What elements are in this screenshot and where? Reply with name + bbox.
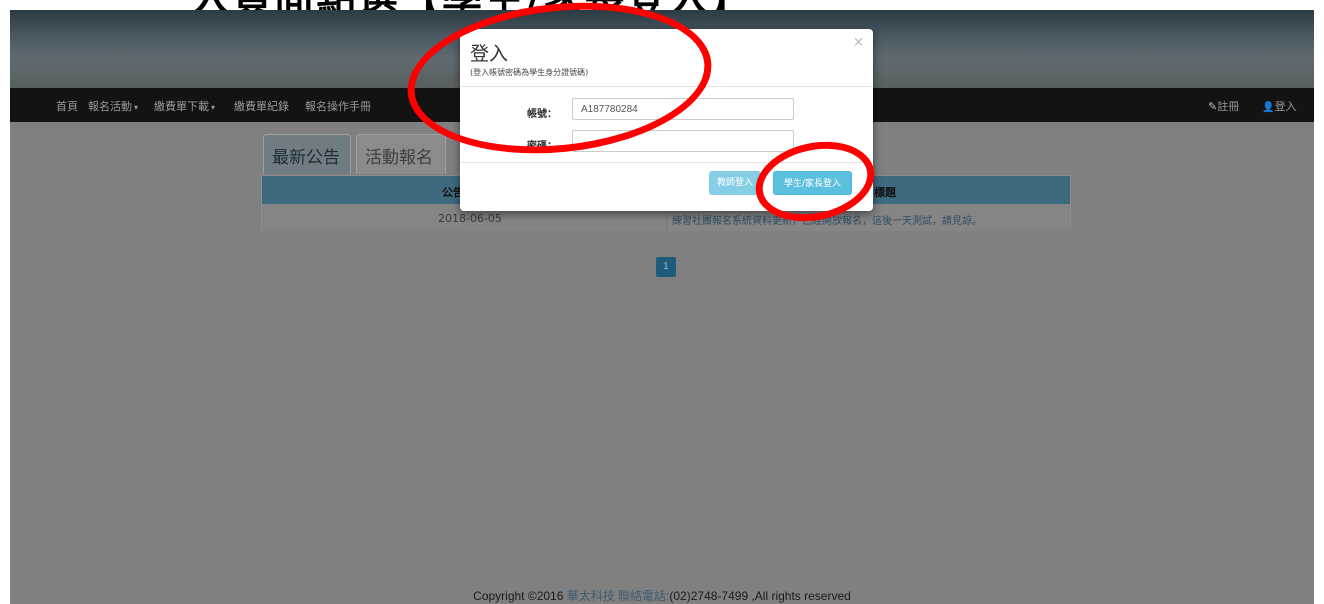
nav-bill-records-label: 繳費單紀錄 (234, 100, 289, 113)
page-footer: Copyright ©2016 華太科技 聯絡電話:(02)2748-7499 … (10, 587, 1314, 604)
nav-download-bill-dropdown[interactable]: 繳費單下載 ▾ (154, 98, 215, 114)
column-header-title: 標題 (874, 186, 896, 199)
nav-manual[interactable]: 報名操作手冊 (305, 98, 371, 114)
announcement-title-link[interactable]: 練習社團報名系統資料更新，已經開放報名，這後一天測試，請見諒。 (672, 212, 982, 227)
nav-register[interactable]: ✎註冊 (1208, 98, 1239, 114)
password-input[interactable] (572, 130, 794, 152)
caret-down-icon: ▾ (211, 103, 216, 112)
nav-download-bill-label: 繳費單下載 (154, 100, 209, 113)
pagination-page-1[interactable]: 1 (656, 257, 676, 277)
modal-title: 登入 (470, 43, 509, 65)
tab-latest-news[interactable]: 最新公告 (263, 134, 351, 174)
username-input[interactable] (572, 98, 794, 120)
footer-phone: (02)2748-7499 ,All rights reserved (669, 589, 851, 603)
footer-copyright: Copyright ©2016 (473, 589, 567, 603)
modal-footer (460, 162, 873, 163)
modal-subtitle: (登入帳號密碼為學生身分證號碼) (470, 68, 589, 77)
nav-home[interactable]: 首頁 (56, 98, 78, 114)
caret-down-icon: ▾ (134, 103, 139, 112)
username-label: 帳號： (527, 109, 557, 120)
nav-login-label: 登入 (1274, 100, 1297, 113)
footer-company: 華太科技 聯絡電話: (566, 589, 670, 603)
nav-register-label: 註冊 (1217, 100, 1240, 113)
pencil-icon: ✎ (1208, 100, 1218, 113)
user-icon: 👤 (1262, 102, 1275, 113)
nav-login[interactable]: 👤登入 (1262, 98, 1296, 114)
password-label: 密碼： (527, 141, 557, 152)
student-parent-login-button[interactable]: 學生/家長登入 (773, 171, 852, 195)
announcement-date: 2018-06-05 (438, 212, 502, 225)
nav-home-label: 首頁 (56, 100, 78, 113)
nav-bill-records[interactable]: 繳費單紀錄 (234, 98, 289, 114)
modal-header: 登入 (登入帳號密碼為學生身分證號碼) × (460, 29, 873, 87)
login-modal: 登入 (登入帳號密碼為學生身分證號碼) × 帳號： 密碼： 教師登入 學生/家長… (460, 29, 873, 211)
tab-activity-registration[interactable]: 活動報名 (356, 134, 446, 174)
nav-manual-label: 報名操作手冊 (305, 100, 371, 113)
close-icon[interactable]: × (853, 35, 864, 50)
nav-activities-dropdown[interactable]: 報名活動 ▾ (88, 98, 138, 114)
nav-activities-label: 報名活動 (88, 100, 132, 113)
teacher-login-button[interactable]: 教師登入 (709, 171, 761, 195)
